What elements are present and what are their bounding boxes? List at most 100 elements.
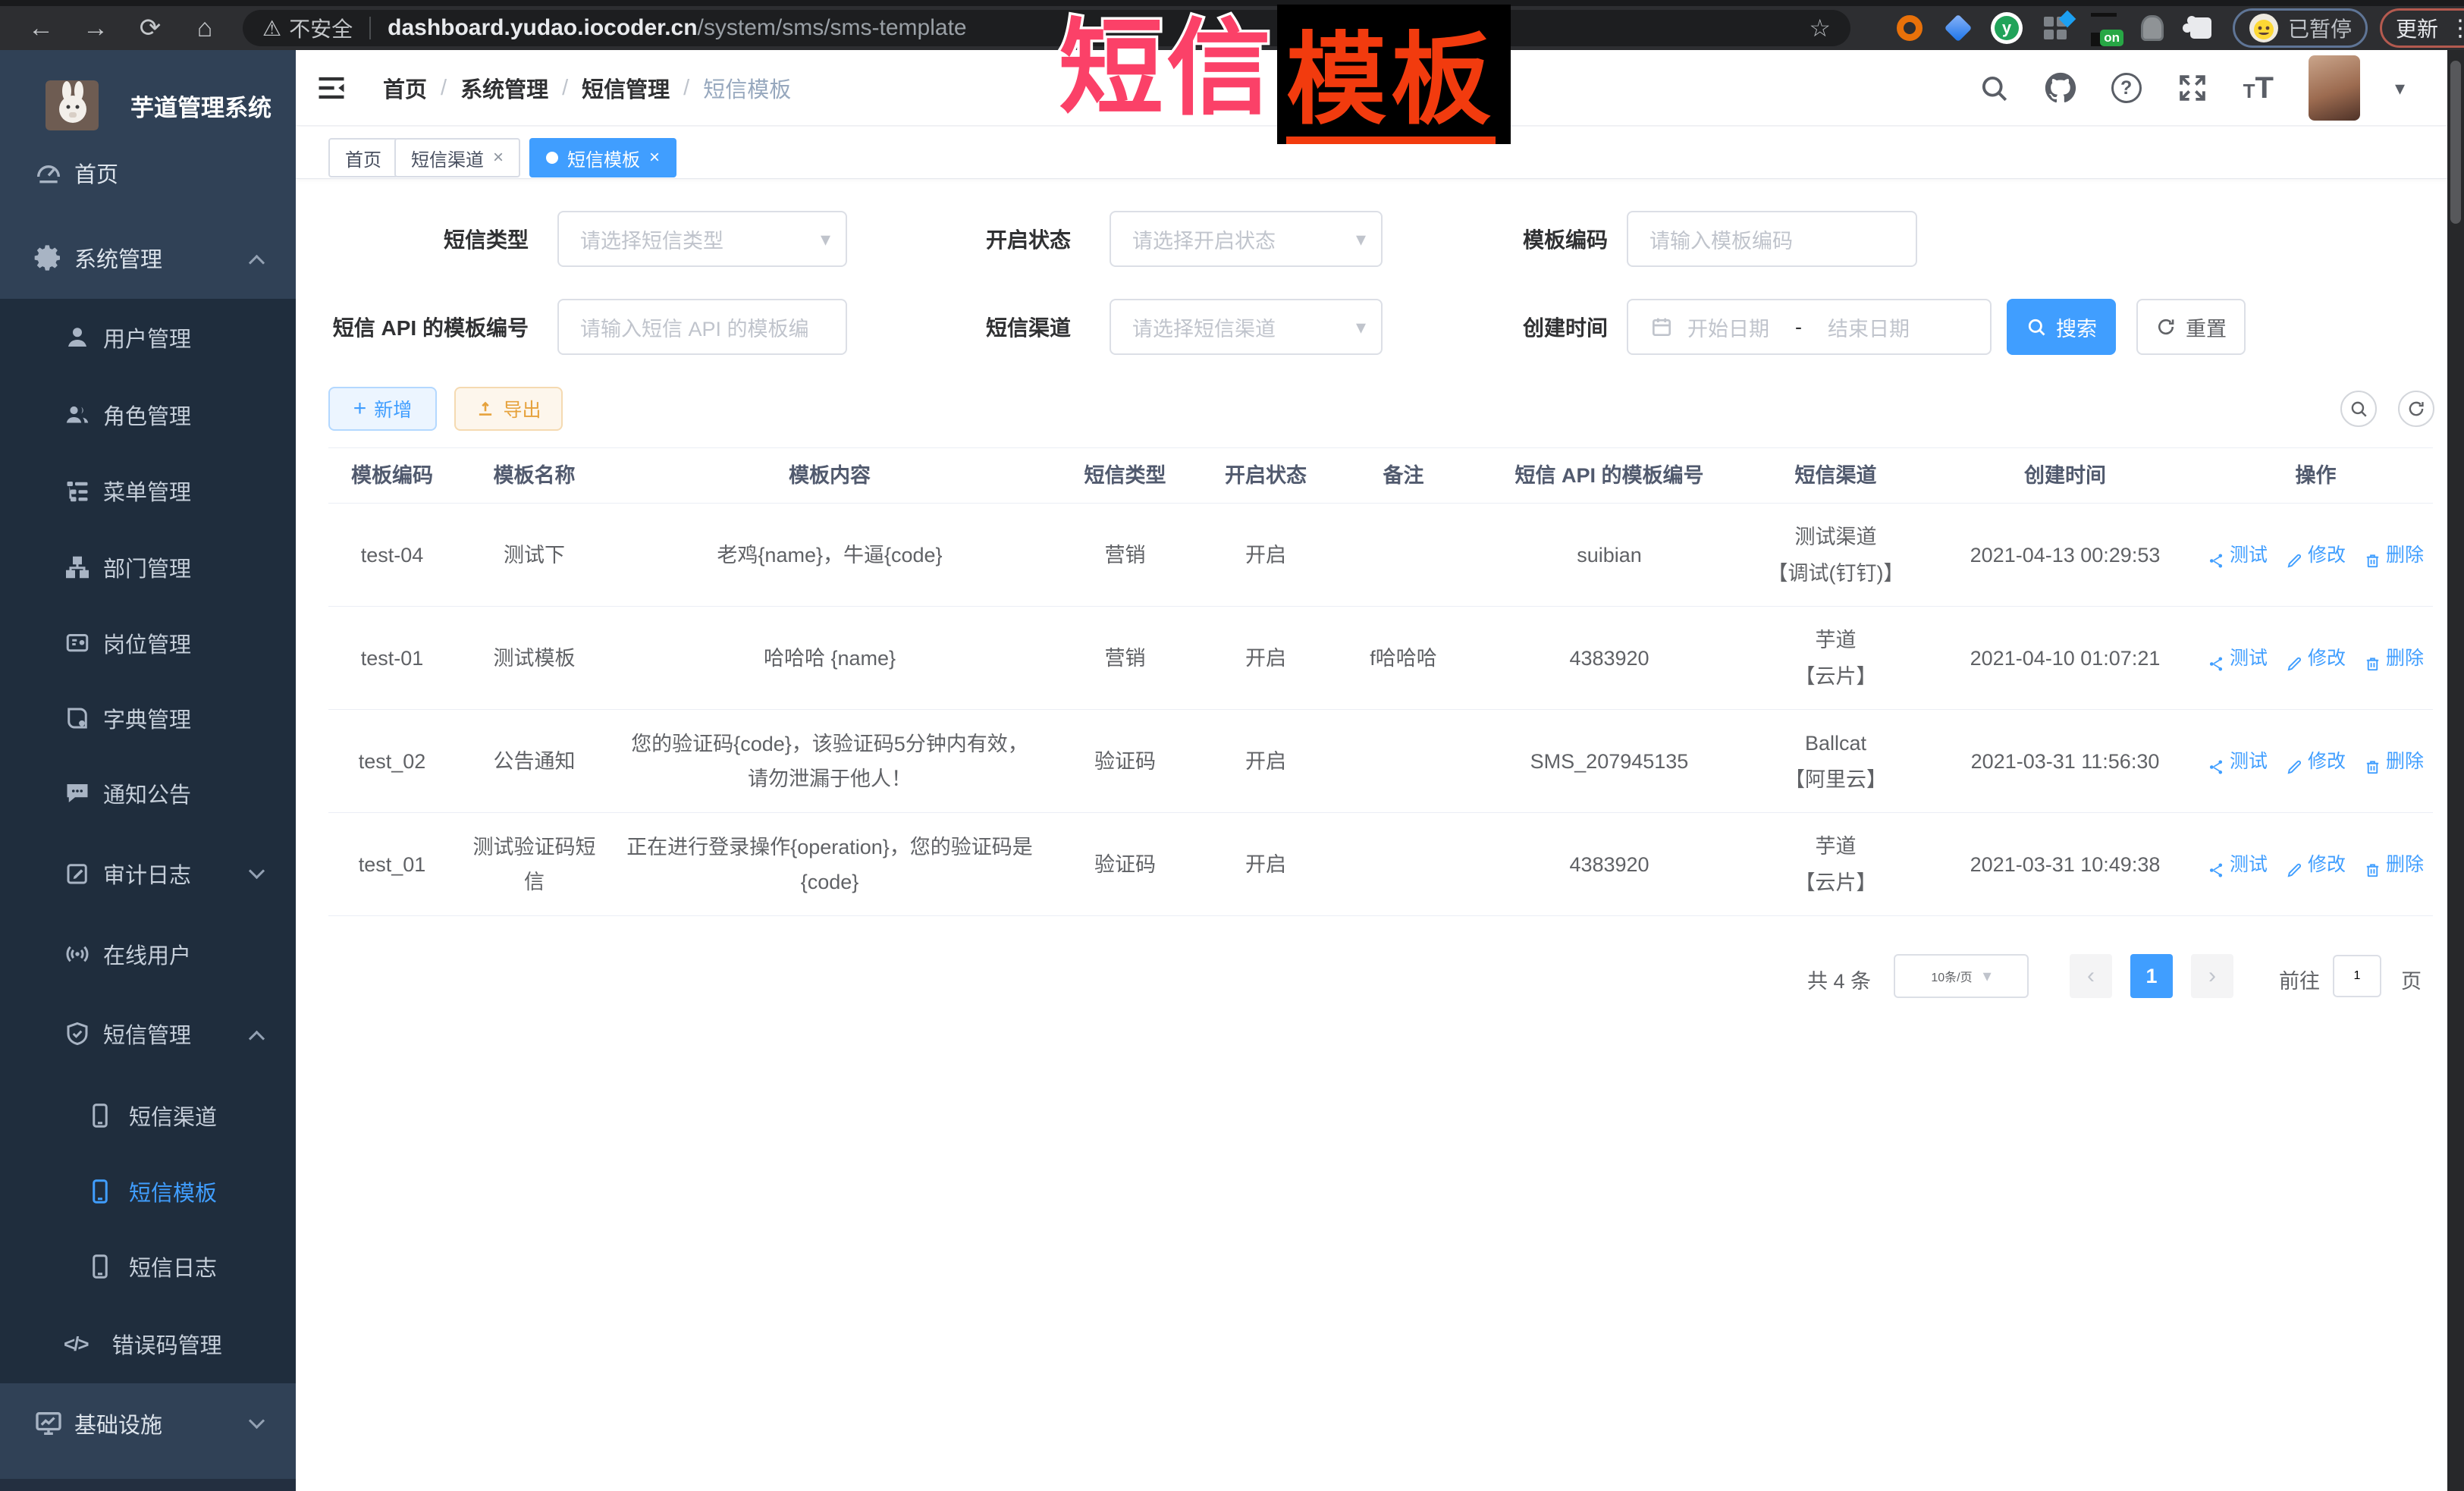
placeholder: 请选择短信类型: [580, 224, 724, 254]
browser-back-icon[interactable]: ←: [14, 14, 68, 43]
phone-icon: [86, 1102, 114, 1129]
cell-remark: [1328, 752, 1479, 771]
cell-created: 2021-03-31 11:56:30: [1932, 735, 2199, 788]
search-icon[interactable]: [1978, 72, 2010, 104]
extensions-puzzle-icon[interactable]: [2177, 10, 2225, 46]
sidebar-item-departments[interactable]: 部门管理: [0, 529, 296, 606]
prev-page-button[interactable]: ‹: [2070, 954, 2112, 998]
refresh-icon: [2155, 316, 2177, 337]
delete-link[interactable]: 删除: [2364, 847, 2424, 882]
test-link[interactable]: 测试: [2208, 641, 2268, 676]
start-date-placeholder[interactable]: 开始日期: [1687, 312, 1769, 342]
fullscreen-icon[interactable]: [2177, 72, 2208, 104]
sidebar-item-menus[interactable]: 菜单管理: [0, 452, 296, 529]
sidebar-collapse-icon[interactable]: [315, 71, 348, 105]
bookmark-star-icon[interactable]: ☆: [1809, 14, 1831, 42]
refresh-icon: [2406, 399, 2426, 419]
goto-page-input[interactable]: 1: [2333, 955, 2381, 997]
sidebar-item-users[interactable]: 用户管理: [0, 299, 296, 376]
github-icon[interactable]: [2045, 72, 2076, 104]
delete-link[interactable]: 删除: [2364, 538, 2424, 573]
sidebar-item-roles[interactable]: 角色管理: [0, 376, 296, 454]
page-size-select[interactable]: 10条/页 ▾: [1894, 954, 2029, 998]
export-button[interactable]: 导出: [454, 387, 563, 431]
chevron-right-icon: ›: [2208, 963, 2216, 989]
sidebar-item-posts[interactable]: 岗位管理: [0, 604, 296, 682]
test-link[interactable]: 测试: [2208, 538, 2268, 573]
extension-green-check-icon[interactable]: y: [1982, 10, 2031, 46]
browser-reload-icon[interactable]: ⟳: [123, 13, 177, 43]
avatar[interactable]: [2309, 55, 2360, 121]
scrollbar-thumb[interactable]: [2450, 61, 2461, 224]
caret-down-icon[interactable]: ▾: [2395, 77, 2405, 100]
show-search-button[interactable]: [2340, 391, 2377, 427]
upload-icon: [476, 399, 495, 419]
browser-profile-chip[interactable]: 已暂停: [2233, 8, 2368, 48]
browser-menu-icon[interactable]: ⋮: [2449, 15, 2464, 42]
cell-channel: 测试渠道 【调试(钉钉)】: [1740, 510, 1932, 600]
url-host: dashboard.yudao.iocoder.cn: [388, 15, 697, 41]
reset-button[interactable]: 重置: [2136, 299, 2246, 355]
page-number-button[interactable]: 1: [2130, 954, 2173, 998]
status-select[interactable]: 请选择开启状态 ▾: [1110, 211, 1383, 267]
security-label[interactable]: 不安全: [289, 13, 353, 43]
book-icon: [64, 705, 91, 732]
tab-label: 短信渠道: [411, 145, 484, 171]
sidebar-item-sms-channel[interactable]: 短信渠道: [0, 1077, 296, 1154]
edit-link[interactable]: 修改: [2286, 538, 2346, 573]
add-button[interactable]: + 新增: [328, 387, 437, 431]
search-button[interactable]: 搜索: [2007, 299, 2116, 355]
sidebar-item-system[interactable]: 系统管理: [0, 219, 296, 297]
template-code-input[interactable]: 请输入模板编码: [1627, 211, 1917, 267]
font-size-icon[interactable]: TT: [2243, 71, 2274, 105]
extension-gray-icon[interactable]: [2128, 10, 2177, 46]
close-icon[interactable]: ×: [493, 147, 504, 168]
tab-home[interactable]: 首页: [328, 138, 398, 177]
extension-gem-icon[interactable]: [1934, 10, 1982, 46]
tab-sms-channel[interactable]: 短信渠道 ×: [394, 138, 520, 177]
date-range-picker[interactable]: 开始日期 - 结束日期: [1627, 299, 1992, 355]
delete-link[interactable]: 删除: [2364, 641, 2424, 676]
close-icon[interactable]: ×: [649, 147, 660, 168]
sms-type-select[interactable]: 请选择短信类型 ▾: [557, 211, 847, 267]
breadcrumb-system[interactable]: 系统管理: [460, 72, 548, 104]
sidebar-item-sms[interactable]: 短信管理: [0, 995, 296, 1072]
edit-link[interactable]: 修改: [2286, 847, 2346, 882]
test-link[interactable]: 测试: [2208, 744, 2268, 779]
sidebar-item-dict[interactable]: 字典管理: [0, 680, 296, 757]
edit-link[interactable]: 修改: [2286, 641, 2346, 676]
delete-link[interactable]: 删除: [2364, 744, 2424, 779]
sidebar-item-label: 角色管理: [103, 399, 191, 431]
sidebar-item-online-users[interactable]: 在线用户: [0, 915, 296, 993]
sidebar-item-notice[interactable]: 通知公告: [0, 755, 296, 832]
api-template-id-input[interactable]: 请输入短信 API 的模板编: [557, 299, 847, 355]
edit-link[interactable]: 修改: [2286, 744, 2346, 779]
tab-sms-template[interactable]: 短信模板 ×: [529, 138, 676, 177]
phone-icon: [86, 1253, 114, 1280]
url-bar[interactable]: ⚠ 不安全 dashboard.yudao.iocoder.cn /system…: [243, 10, 1850, 46]
sidebar-item-home[interactable]: 首页: [0, 134, 296, 212]
browser-home-icon[interactable]: ⌂: [177, 14, 232, 43]
browser-update-button[interactable]: 更新 ⋮: [2380, 8, 2464, 48]
sidebar-item-error-code[interactable]: </> 错误码管理: [0, 1305, 296, 1383]
extension-orange-icon[interactable]: [1885, 10, 1934, 46]
extension-grid-icon[interactable]: [2031, 10, 2079, 46]
breadcrumb-sms[interactable]: 短信管理: [582, 72, 670, 104]
sidebar-item-audit-log[interactable]: 审计日志: [0, 835, 296, 912]
next-page-button[interactable]: ›: [2191, 954, 2233, 998]
sidebar-item-sms-template[interactable]: 短信模板: [0, 1153, 296, 1230]
cell-channel: 芋道 【云片】: [1740, 614, 1932, 703]
filter-label-code: 模板编码: [1523, 224, 1608, 254]
end-date-placeholder[interactable]: 结束日期: [1828, 312, 1910, 342]
extension-list-on-icon[interactable]: on: [2079, 10, 2128, 46]
help-icon[interactable]: ?: [2111, 73, 2142, 103]
sidebar-item-sms-log[interactable]: 短信日志: [0, 1228, 296, 1305]
cell-api-id: 4383920: [1479, 632, 1740, 685]
channel-select[interactable]: 请选择短信渠道 ▾: [1110, 299, 1383, 355]
breadcrumb-home[interactable]: 首页: [383, 72, 427, 104]
browser-forward-icon[interactable]: →: [68, 14, 123, 43]
sidebar-item-infra[interactable]: 基础设施: [0, 1385, 296, 1462]
cell-created: 2021-04-10 01:07:21: [1932, 632, 2199, 685]
test-link[interactable]: 测试: [2208, 847, 2268, 882]
refresh-table-button[interactable]: [2398, 391, 2434, 427]
